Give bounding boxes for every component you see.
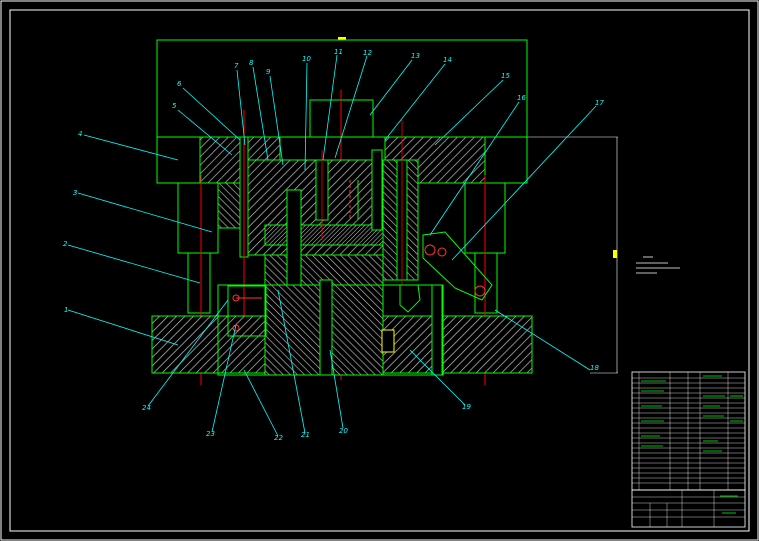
label-18: 18 (590, 364, 599, 372)
lever-bracket (399, 284, 421, 313)
label-10: 10 (302, 55, 311, 63)
label-1: 1 (64, 306, 68, 314)
label-23: 23 (206, 430, 215, 438)
lever-pivot-bottom (474, 285, 486, 297)
title-cells (631, 489, 746, 528)
guide-post-right (474, 252, 498, 314)
label-19: 19 (462, 403, 471, 411)
label-8: 8 (249, 59, 254, 67)
label-3: 3 (73, 189, 77, 197)
label-14: 14 (443, 56, 452, 64)
label-2: 2 (63, 240, 68, 248)
bom-cell-marks (641, 375, 743, 452)
label-5: 5 (172, 102, 177, 110)
label-11: 11 (334, 48, 343, 56)
right-dimension-marker (613, 250, 617, 258)
lever-pivot-mid (437, 247, 447, 257)
punch-right (371, 149, 383, 231)
label-16: 16 (517, 94, 526, 102)
label-12: 12 (363, 49, 372, 57)
die-insert (264, 224, 384, 246)
die-assembly-drawing: 1 2 3 4 5 6 7 8 9 10 11 12 13 14 15 16 1… (0, 0, 759, 541)
label-7: 7 (234, 62, 239, 70)
label-9: 9 (266, 68, 271, 76)
label-22: 22 (274, 434, 283, 442)
punch-left (286, 189, 302, 286)
label-4: 4 (78, 130, 82, 138)
ejector-pin (319, 279, 333, 376)
label-6: 6 (177, 80, 182, 88)
lower-pin-slot (431, 284, 443, 376)
label-20: 20 (339, 427, 348, 435)
title-cell-lines (632, 490, 745, 527)
technical-notes (636, 256, 680, 274)
guide-sleeve-left (177, 182, 219, 254)
bom-rows (632, 372, 745, 490)
lever-pivot-top (424, 244, 436, 256)
label-15: 15 (501, 72, 510, 80)
lower-pin-right (381, 329, 395, 353)
label-24: 24 (142, 404, 151, 412)
label-21: 21 (301, 431, 310, 439)
label-17: 17 (595, 99, 604, 107)
label-13: 13 (411, 52, 420, 60)
title-block (631, 371, 746, 528)
